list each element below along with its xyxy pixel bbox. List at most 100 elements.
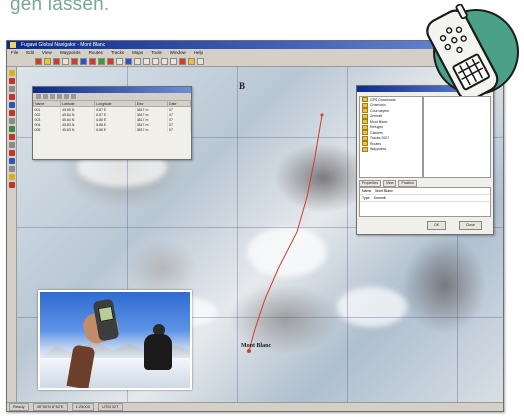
panel-tool-icon[interactable] bbox=[36, 94, 41, 99]
tool-icon[interactable] bbox=[8, 142, 15, 148]
tree-item[interactable]: Waypoints bbox=[360, 146, 422, 153]
panel-tool-icon[interactable] bbox=[57, 94, 62, 99]
tool-icon[interactable] bbox=[8, 70, 15, 76]
toolbar-button[interactable] bbox=[89, 57, 96, 65]
tool-icon[interactable] bbox=[8, 94, 15, 100]
toolbar-button[interactable] bbox=[134, 57, 141, 65]
tab-properties[interactable]: Properties bbox=[359, 180, 381, 187]
folder-icon bbox=[362, 119, 368, 125]
toolbar-button[interactable] bbox=[116, 57, 123, 65]
tool-icon[interactable] bbox=[8, 126, 15, 132]
map-library-panel: GPS Downloads Chamonix Courmayeur Zermat… bbox=[356, 85, 494, 235]
panel-tabs: Properties View Position bbox=[359, 180, 417, 187]
detail-list bbox=[423, 96, 491, 178]
toolbar-button[interactable] bbox=[62, 57, 69, 65]
tree-item-label: Waypoints bbox=[370, 147, 387, 152]
properties-box: Name Mont Blanc Type Summit bbox=[359, 187, 491, 217]
table-cell: 07 bbox=[167, 127, 191, 132]
panel-tool-icon[interactable] bbox=[43, 94, 48, 99]
app-icon bbox=[10, 42, 16, 48]
tool-icon[interactable] bbox=[8, 182, 15, 188]
tool-icon[interactable] bbox=[8, 174, 15, 180]
folder-icon bbox=[362, 141, 368, 147]
tree-item-label: Refuges bbox=[370, 125, 384, 130]
panel-tool-icon[interactable] bbox=[64, 94, 69, 99]
toolbar-button[interactable] bbox=[179, 57, 186, 65]
tool-icon[interactable] bbox=[8, 118, 15, 124]
table-cell: 005 bbox=[33, 127, 62, 132]
tool-icon[interactable] bbox=[8, 134, 15, 140]
toolbar-button[interactable] bbox=[161, 57, 168, 65]
toolbar-button[interactable] bbox=[98, 57, 105, 65]
status-field: Ready bbox=[9, 403, 29, 411]
route-point[interactable] bbox=[247, 349, 251, 353]
toolbar-button[interactable] bbox=[125, 57, 132, 65]
toolbar-button[interactable] bbox=[107, 57, 114, 65]
menu-window[interactable]: Window bbox=[170, 49, 186, 56]
tool-icon[interactable] bbox=[8, 86, 15, 92]
folder-icon bbox=[362, 102, 368, 108]
table-row[interactable]: 005 45.83 N 6.86 E 3817 m 07 bbox=[33, 127, 191, 132]
toolbar-button[interactable] bbox=[71, 57, 78, 65]
close-panel-button[interactable]: Close bbox=[459, 221, 482, 230]
tool-icon[interactable] bbox=[8, 150, 15, 156]
toolbar-button[interactable] bbox=[35, 57, 42, 65]
panel-tool-icon[interactable] bbox=[71, 94, 76, 99]
left-toolbox bbox=[7, 67, 17, 403]
status-field: 1:25000 bbox=[71, 403, 94, 411]
folder-icon bbox=[362, 108, 368, 114]
map-grid-letter: B bbox=[239, 81, 246, 91]
photo-hiker bbox=[144, 334, 172, 370]
property-row[interactable]: Name Mont Blanc bbox=[360, 188, 490, 195]
folder-tree: GPS Downloads Chamonix Courmayeur Zermat… bbox=[359, 96, 423, 178]
toolbar-button[interactable] bbox=[197, 57, 204, 65]
inset-photo bbox=[38, 290, 192, 390]
menu-help[interactable]: Help bbox=[194, 49, 203, 56]
tab-view[interactable]: View bbox=[382, 180, 397, 187]
folder-icon bbox=[362, 146, 368, 152]
route-line[interactable] bbox=[248, 114, 323, 352]
toolbar-button[interactable] bbox=[53, 57, 60, 65]
toolbar-button[interactable] bbox=[44, 57, 51, 65]
property-value: Mont Blanc bbox=[375, 189, 393, 193]
tool-icon[interactable] bbox=[8, 158, 15, 164]
toolbar-button[interactable] bbox=[80, 57, 87, 65]
waypoint-table: Name Latitude Longitude Elev Date 001 45… bbox=[32, 100, 191, 132]
menu-view[interactable]: View bbox=[42, 49, 52, 56]
menu-routes[interactable]: Routes bbox=[89, 49, 103, 56]
folder-icon bbox=[362, 97, 368, 103]
menu-tracks[interactable]: Tracks bbox=[111, 49, 124, 56]
menu-edit[interactable]: Edit bbox=[26, 49, 34, 56]
property-value: Summit bbox=[373, 196, 386, 200]
property-key: Type bbox=[362, 196, 370, 200]
tab-position[interactable]: Position bbox=[398, 180, 417, 187]
folder-icon bbox=[362, 124, 368, 130]
status-field: UTM 32T bbox=[98, 403, 123, 411]
tree-item-label: Zermatt bbox=[370, 114, 383, 119]
route-point[interactable] bbox=[320, 113, 324, 117]
map-place-label: Mont Blanc bbox=[241, 343, 272, 349]
property-row[interactable]: Type Summit bbox=[360, 195, 490, 202]
menu-maps[interactable]: Maps bbox=[132, 49, 143, 56]
tree-item-label: Chamonix bbox=[370, 103, 386, 108]
toolbar-button[interactable] bbox=[188, 57, 195, 65]
toolbar-button[interactable] bbox=[170, 57, 177, 65]
gps-device-icon bbox=[426, 4, 519, 96]
menu-waypoints[interactable]: Waypoints bbox=[60, 49, 81, 56]
menu-file[interactable]: File bbox=[11, 49, 18, 56]
table-cell: 6.86 E bbox=[94, 127, 136, 132]
tool-icon[interactable] bbox=[8, 110, 15, 116]
tool-icon[interactable] bbox=[8, 102, 15, 108]
tree-item-label: Glaciers bbox=[370, 130, 383, 135]
tool-icon[interactable] bbox=[8, 166, 15, 172]
toolbar-button[interactable] bbox=[152, 57, 159, 65]
folder-icon bbox=[362, 130, 368, 136]
ok-button[interactable]: OK bbox=[427, 221, 447, 230]
tree-item-label: Routes bbox=[370, 141, 382, 146]
waypoint-list-panel: Name Latitude Longitude Elev Date 001 45… bbox=[32, 86, 192, 160]
panel-tool-icon[interactable] bbox=[50, 94, 55, 99]
menu-tools[interactable]: Tools bbox=[151, 49, 162, 56]
toolbar-button[interactable] bbox=[143, 57, 150, 65]
property-key: Name bbox=[362, 189, 372, 193]
tool-icon[interactable] bbox=[8, 78, 15, 84]
